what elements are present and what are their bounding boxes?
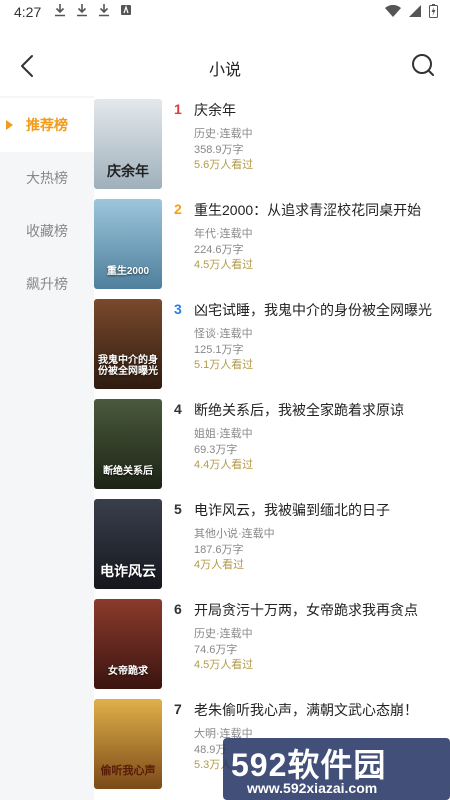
header: 小说: [0, 40, 450, 94]
book-cover[interactable]: 偷听我心声: [94, 699, 162, 789]
book-word-count: 69.3万字: [194, 444, 238, 456]
book-cover[interactable]: 庆余年: [94, 99, 162, 189]
book-title[interactable]: 开局贪污十万两，女帝跪求我再贪点: [194, 600, 446, 620]
book-word-count: 224.6万字: [194, 244, 244, 256]
book-category-status: 历史·连载中: [194, 128, 253, 140]
search-icon[interactable]: [410, 52, 436, 78]
sidebar-item-label: 收藏榜: [26, 223, 68, 239]
book-item[interactable]: 我鬼中介的身份被全网曝光 3 凶宅试睡，我鬼中介的身份被全网曝光 怪谈·连载中 …: [94, 298, 450, 398]
book-title[interactable]: 凶宅试睡，我鬼中介的身份被全网曝光: [194, 300, 446, 320]
book-item[interactable]: 电诈风云 5 电诈风云，我被骗到缅北的日子 其他小说·连载中 187.6万字 4…: [94, 498, 450, 598]
sidebar-item-hot[interactable]: 大热榜: [0, 151, 94, 205]
book-item[interactable]: 庆余年 1 庆余年 历史·连载中 358.9万字 5.6万人看过: [94, 98, 450, 198]
rank-number: 1: [174, 101, 182, 117]
book-item[interactable]: 女帝跪求 6 开局贪污十万两，女帝跪求我再贪点 历史·连载中 74.6万字 4.…: [94, 598, 450, 698]
book-cover[interactable]: 电诈风云: [94, 499, 162, 589]
system-icons: [385, 4, 438, 18]
active-marker-icon: [6, 120, 13, 130]
rank-number: 4: [174, 401, 182, 417]
sidebar-item-rising[interactable]: 飙升榜: [0, 257, 94, 311]
download-icon: [77, 4, 87, 17]
book-view-count: 4万人看过: [194, 559, 245, 571]
book-word-count: 187.6万字: [194, 544, 244, 556]
book-word-count: 358.9万字: [194, 144, 244, 156]
book-word-count: 74.6万字: [194, 644, 238, 656]
book-cover[interactable]: 女帝跪求: [94, 599, 162, 689]
book-word-count: 48.9万: [194, 744, 227, 756]
sidebar-item-label: 推荐榜: [26, 117, 68, 133]
book-category-status: 姐姐·连载中: [194, 428, 253, 440]
book-view-count: 4.5万人看过: [194, 259, 254, 271]
book-cover[interactable]: 重生2000: [94, 199, 162, 289]
rank-number: 2: [174, 201, 182, 217]
book-word-count: 125.1万字: [194, 344, 244, 356]
sidebar-item-label: 大热榜: [26, 170, 68, 186]
page-title: 小说: [208, 62, 241, 79]
site-watermark: 592软件园 www.592xiazai.com: [223, 738, 450, 800]
download-icon: [99, 4, 109, 17]
notification-icons: [54, 3, 132, 17]
rank-number: 7: [174, 701, 182, 717]
book-title[interactable]: 断绝关系后，我被全家跪着求原谅: [194, 400, 446, 420]
sidebar-item-recommend[interactable]: 推荐榜: [0, 98, 94, 152]
book-title[interactable]: 老朱偷听我心声，满朝文武心态崩！: [194, 700, 446, 720]
book-category-status: 历史·连载中: [194, 628, 253, 640]
wifi-icon: [385, 5, 401, 17]
book-title[interactable]: 重生2000：从追求青涩校花同桌开始: [194, 200, 446, 220]
book-category-status: 年代·连载中: [194, 228, 253, 240]
book-title[interactable]: 电诈风云，我被骗到缅北的日子: [194, 500, 446, 520]
battery-icon: [429, 4, 438, 18]
watermark-url: www.592xiazai.com: [247, 780, 378, 796]
download-icon: [55, 4, 65, 17]
book-cover[interactable]: 我鬼中介的身份被全网曝光: [94, 299, 162, 389]
rank-number: 6: [174, 601, 182, 617]
book-category-status: 其他小说·连载中: [194, 528, 275, 540]
book-cover[interactable]: 断绝关系后: [94, 399, 162, 489]
sidebar-item-label: 飙升榜: [26, 276, 68, 292]
book-item[interactable]: 断绝关系后 4 断绝关系后，我被全家跪着求原谅 姐姐·连载中 69.3万字 4.…: [94, 398, 450, 498]
book-item[interactable]: 重生2000 2 重生2000：从追求青涩校花同桌开始 年代·连载中 224.6…: [94, 198, 450, 298]
book-view-count: 5.1万人看过: [194, 359, 254, 371]
rank-number: 5: [174, 501, 182, 517]
status-time: 4:27: [14, 4, 42, 20]
app-notification-icon: [121, 5, 131, 15]
sidebar-item-favorites[interactable]: 收藏榜: [0, 204, 94, 258]
book-view-count: 4.5万人看过: [194, 659, 254, 671]
status-bar: 4:27: [0, 0, 450, 24]
book-view-count: 4.4万人看过: [194, 459, 254, 471]
book-category-status: 怪谈·连载中: [194, 328, 253, 340]
signal-icon: [409, 5, 421, 17]
ranking-sidebar: 推荐榜 大热榜 收藏榜 飙升榜: [0, 96, 94, 800]
book-view-count: 5.6万人看过: [194, 159, 254, 171]
book-title[interactable]: 庆余年: [194, 100, 446, 120]
rank-number: 3: [174, 301, 182, 317]
